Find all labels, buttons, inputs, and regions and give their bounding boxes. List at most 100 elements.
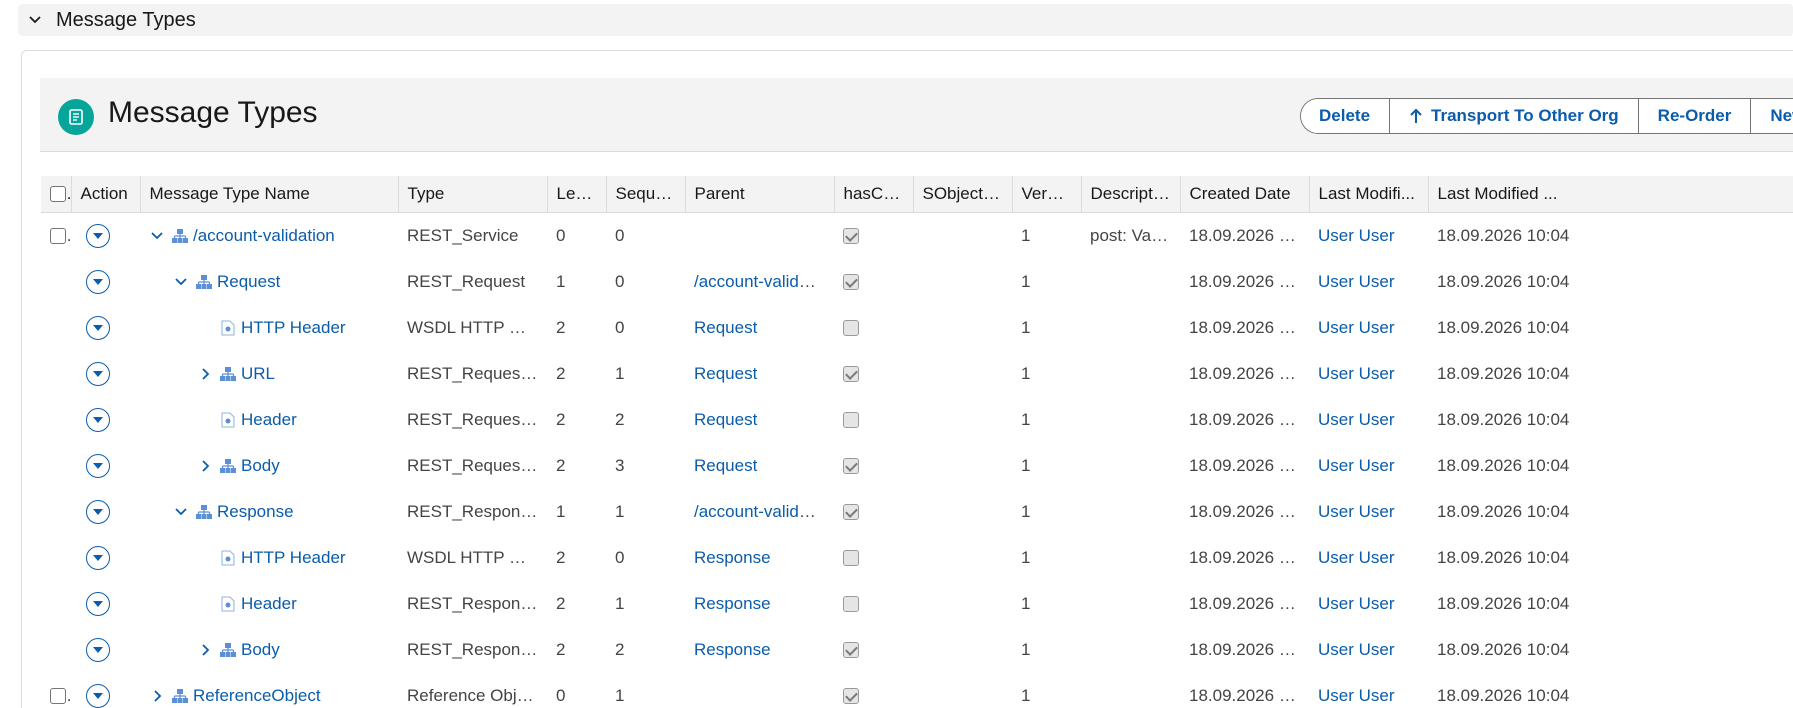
parent-link[interactable]: Request [694, 410, 757, 429]
message-type-name-link[interactable]: Body [241, 640, 280, 660]
column-header[interactable]: Message Type Name [140, 176, 399, 213]
has-child-cell [834, 535, 913, 581]
column-header[interactable]: Seque... [606, 176, 686, 213]
row-action-button[interactable] [86, 637, 110, 662]
row-action-button[interactable] [86, 591, 110, 616]
parent-cell: Request [685, 305, 834, 351]
column-header[interactable]: Last Modifi... [1309, 176, 1429, 213]
parent-link[interactable]: Response [694, 594, 771, 613]
row-select-checkbox[interactable] [50, 688, 66, 705]
row-action-button[interactable] [86, 361, 110, 386]
last-modified-by-cell: User User [1309, 627, 1428, 673]
last-modified-by-cell: User User [1309, 673, 1428, 708]
last-modified-by-link[interactable]: User User [1318, 318, 1395, 337]
column-header[interactable]: Level [547, 176, 607, 213]
table-row: Request REST_Request 1 0/account-validati..… [41, 259, 1793, 305]
message-type-name-link[interactable]: Header [241, 594, 297, 614]
level-cell: 2 [556, 547, 566, 567]
column-header[interactable]: hasChild [834, 176, 914, 213]
parent-link[interactable]: Request [694, 318, 757, 337]
version-cell: 1 [1021, 225, 1031, 245]
select-all-checkbox[interactable] [50, 186, 66, 203]
last-modified-by-link[interactable]: User User [1318, 548, 1395, 567]
parent-link[interactable]: Request [694, 364, 757, 383]
row-action-button[interactable] [86, 223, 110, 248]
row-select-checkbox[interactable] [50, 228, 66, 245]
last-modified-date-cell: 18.09.2026 10:04 [1437, 271, 1570, 291]
transport-to-other-org-button[interactable]: Transport To Other Org [1390, 99, 1639, 133]
column-header[interactable]: Versi... [1012, 176, 1082, 213]
hierarchy-icon [220, 642, 236, 657]
last-modified-by-link[interactable]: User User [1318, 364, 1395, 383]
parent-cell: Request [685, 351, 834, 397]
message-type-name-link[interactable]: Request [217, 272, 280, 292]
last-modified-by-link[interactable]: User User [1318, 456, 1395, 475]
column-header[interactable]: Type [398, 176, 548, 213]
message-type-name-link[interactable]: Response [217, 502, 294, 522]
type-cell: WSDL HTTP Hea... [407, 547, 547, 567]
chevron-right-icon[interactable] [197, 642, 213, 658]
row-action-button[interactable] [86, 407, 110, 432]
parent-cell: /account-validati... [685, 489, 834, 535]
row-action-button[interactable] [86, 453, 110, 478]
message-type-name-link[interactable]: Body [241, 456, 280, 476]
new-button-label: New [1770, 106, 1793, 125]
last-modified-by-link[interactable]: User User [1318, 410, 1395, 429]
column-header[interactable]: Last Modified ... [1428, 176, 1793, 213]
last-modified-by-link[interactable]: User User [1318, 640, 1395, 659]
table-row: Body REST_Request_... 2 3 Request 1 18.09.2026… [41, 443, 1793, 489]
last-modified-by-link[interactable]: User User [1318, 272, 1395, 291]
column-header[interactable]: Parent [685, 176, 835, 213]
column-header[interactable]: Created Date [1180, 176, 1310, 213]
created-date-cell: 18.09.2026 1... [1189, 225, 1303, 245]
sobject-type-cell [913, 212, 1012, 259]
chevron-right-icon[interactable] [197, 366, 213, 382]
description-cell [1081, 627, 1180, 673]
row-action-button[interactable] [86, 545, 110, 570]
parent-link[interactable]: Request [694, 456, 757, 475]
type-cell: REST_Request_... [407, 455, 547, 475]
table-row: Body REST_Response... 2 2 Response 1 18.09.202… [41, 627, 1793, 673]
last-modified-by-link[interactable]: User User [1318, 502, 1395, 521]
version-cell: 1 [1021, 455, 1031, 475]
last-modified-by-link[interactable]: User User [1318, 226, 1395, 245]
parent-link[interactable]: /account-validati... [694, 502, 831, 521]
row-action-button[interactable] [86, 315, 110, 340]
type-cell: Reference Object [407, 685, 540, 705]
row-action-button[interactable] [86, 683, 110, 708]
arrow-up-icon [1410, 108, 1422, 123]
hierarchy-icon [220, 366, 236, 381]
column-header[interactable]: Action [71, 176, 141, 213]
parent-link[interactable]: /account-validati... [694, 272, 831, 291]
table-row: URL REST_Request_... 2 1 Request 1 18.09.2026 … [41, 351, 1793, 397]
last-modified-by-link[interactable]: User User [1318, 594, 1395, 613]
column-header[interactable]: Descripti... [1081, 176, 1181, 213]
action-cell [71, 351, 140, 397]
new-button[interactable]: New [1751, 99, 1793, 133]
has-child-cell [834, 212, 913, 259]
message-type-name-link[interactable]: /account-validation [193, 226, 335, 246]
chevron-down-icon[interactable] [173, 274, 189, 290]
chevron-right-icon[interactable] [149, 688, 165, 704]
message-type-name-link[interactable]: Header [241, 410, 297, 430]
message-type-name-link[interactable]: URL [241, 364, 275, 384]
row-select-cell [41, 351, 71, 397]
chevron-right-icon[interactable] [197, 458, 213, 474]
re-order-button[interactable]: Re-Order [1638, 99, 1752, 133]
parent-link[interactable]: Response [694, 548, 771, 567]
last-modified-by-link[interactable]: User User [1318, 686, 1395, 705]
row-action-button[interactable] [86, 499, 110, 524]
message-type-name-link[interactable]: HTTP Header [241, 318, 346, 338]
message-type-name-link[interactable]: HTTP Header [241, 548, 346, 568]
chevron-down-icon[interactable] [149, 228, 165, 244]
column-header[interactable]: SObjectT... [913, 176, 1013, 213]
version-cell: 1 [1021, 501, 1031, 521]
parent-link[interactable]: Response [694, 640, 771, 659]
delete-button[interactable]: Delete [1301, 99, 1391, 133]
message-type-name-link[interactable]: ReferenceObject [193, 686, 321, 706]
section-header[interactable]: Message Types [18, 4, 1793, 36]
chevron-down-icon[interactable] [173, 504, 189, 520]
sequence-cell: 2 [615, 409, 625, 429]
has-child-checkbox [843, 688, 859, 705]
row-action-button[interactable] [86, 269, 110, 294]
